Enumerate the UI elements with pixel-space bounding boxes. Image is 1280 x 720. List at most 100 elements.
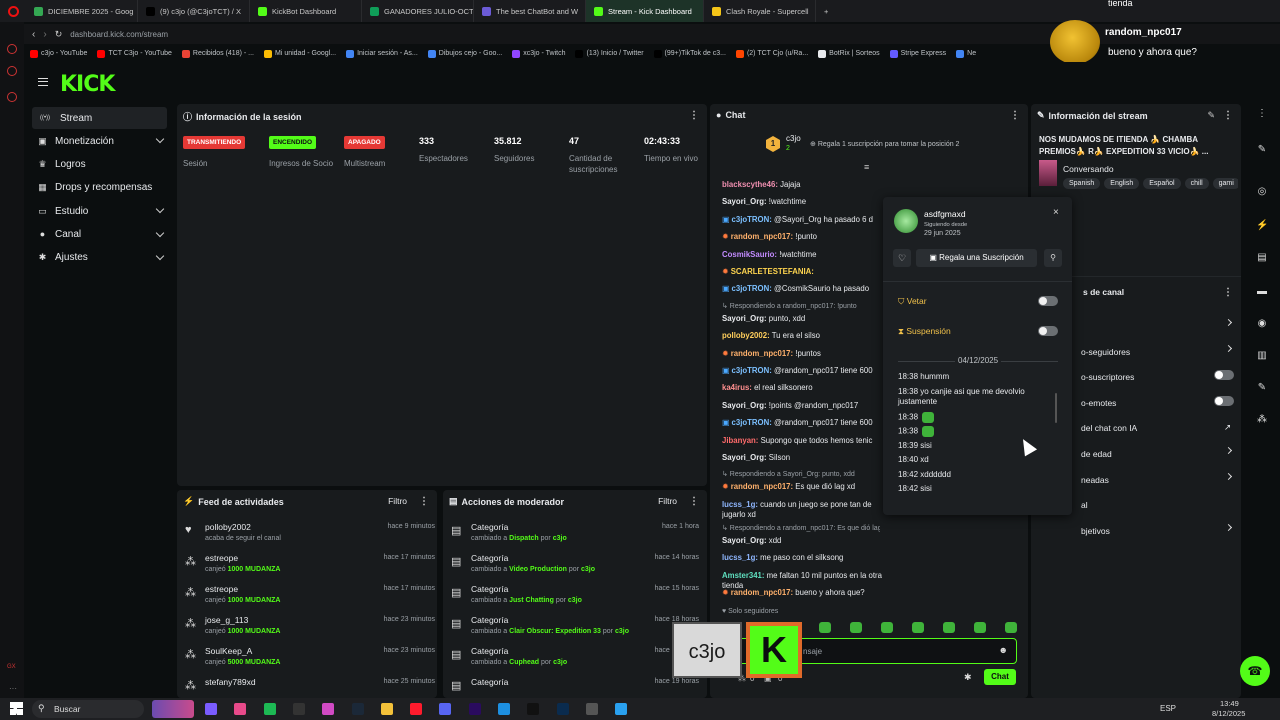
bookmark-item[interactable]: BotRix | Sorteos: [818, 49, 880, 58]
menu-icon[interactable]: [38, 78, 48, 86]
chat-icon[interactable]: ▬: [1256, 286, 1268, 298]
channel-setting-label[interactable]: del chat con IA: [1081, 423, 1137, 433]
support-icon[interactable]: ☎: [1240, 656, 1270, 686]
taskbar-lang[interactable]: ESP: [1160, 704, 1176, 713]
chat-message[interactable]: ✹ random_npc017: bueno y ahora que?: [722, 588, 882, 598]
expand-icon[interactable]: ≡: [864, 162, 869, 172]
chat-message[interactable]: polloby2002: Tu era el silso: [722, 331, 874, 341]
capcut-icon[interactable]: [527, 703, 540, 715]
suspension-toggle[interactable]: [1038, 326, 1058, 336]
emote-icon[interactable]: [819, 622, 831, 633]
channel-settings-menu-icon[interactable]: ⋮: [1223, 287, 1233, 298]
taskbar-time[interactable]: 13:49: [1220, 699, 1239, 708]
bookmark-item[interactable]: xc3jo - Twitch: [512, 49, 565, 58]
chat-settings-icon[interactable]: ✱: [964, 672, 972, 683]
chat-username[interactable]: c3joTRON:: [732, 215, 772, 224]
feed-row[interactable]: ⁂ estreope canjeó 1000 MUDANZA hace 17 minu…: [185, 551, 435, 579]
stream-tag[interactable]: gami: [1212, 178, 1238, 189]
sidebar-item-stream[interactable]: ((•)) Stream: [32, 107, 167, 129]
stream-tag[interactable]: English: [1104, 178, 1140, 189]
browser-tab[interactable]: The best ChatBot and W: [474, 0, 586, 22]
bookmark-item[interactable]: Iniciar sesión - As...: [346, 49, 418, 58]
modaction-row[interactable]: ▤ Categoría cambiado a Just Chatting por c…: [451, 582, 699, 610]
taskbar-date[interactable]: 8/12/2025: [1212, 709, 1245, 718]
chat-username[interactable]: Sayori_Org:: [722, 401, 767, 410]
windows-start-icon[interactable]: [10, 702, 23, 715]
bookmark-item[interactable]: TCT C3jo - YouTube: [97, 49, 172, 58]
chat-username[interactable]: random_npc017:: [731, 588, 793, 597]
bookmark-item[interactable]: Ne: [956, 49, 976, 58]
bookmark-item[interactable]: (2) TCT Cjo (u/Ra...: [735, 49, 808, 58]
setting-toggle[interactable]: [1214, 370, 1234, 381]
external-link-icon[interactable]: ↗: [1224, 422, 1231, 433]
whatsapp-icon[interactable]: [7, 92, 17, 102]
opera-logo-icon[interactable]: [0, 0, 26, 22]
chat-username[interactable]: SCARLETESTEFANIA:: [731, 267, 814, 276]
modaction-row[interactable]: ▤ Categoría cambiado a Clair Obscur: Exped…: [451, 613, 699, 641]
channel-setting-label[interactable]: o-seguidores: [1081, 347, 1130, 357]
sidebar-item-drops[interactable]: ▦ Drops y recompensas: [32, 177, 167, 199]
calculator-icon[interactable]: [585, 703, 598, 715]
copilot-icon[interactable]: [205, 703, 217, 715]
emote-icon[interactable]: [912, 622, 924, 633]
chat-message[interactable]: ▣ c3joTRON: @CosmikSaurio ha pasado: [722, 284, 874, 294]
channel-setting-label[interactable]: neadas: [1081, 475, 1109, 485]
forward-icon[interactable]: ›: [43, 29, 46, 40]
chat-username[interactable]: random_npc017:: [731, 482, 793, 491]
setting-toggle[interactable]: [1214, 395, 1234, 406]
epic-games-icon[interactable]: [292, 703, 305, 715]
sidebar-item-logros[interactable]: ♛ Logros: [32, 154, 167, 176]
modaction-row[interactable]: ▤ Categoría cambiado a Dispatch por c3jo ha…: [451, 520, 699, 548]
more-vert-icon[interactable]: ⋮: [1256, 108, 1268, 120]
note-icon[interactable]: ▤: [1256, 252, 1268, 264]
sidebar-item-canal[interactable]: ● Canal: [32, 224, 167, 246]
more-icon[interactable]: ···: [9, 684, 17, 693]
chat-username[interactable]: Sayori_Org:: [722, 197, 767, 206]
chat-username[interactable]: lucss_1g:: [722, 500, 758, 509]
stream-info-menu-icon[interactable]: ⋮: [1223, 110, 1233, 121]
channel-setting-label[interactable]: bjetivos: [1081, 526, 1110, 536]
chat-message[interactable]: lucss_1g: me paso con el silksong: [722, 553, 882, 563]
emote-icon[interactable]: [943, 622, 955, 633]
taskbar-widget-image[interactable]: [152, 700, 194, 718]
history-scrollbar[interactable]: [1055, 393, 1057, 423]
chat-message[interactable]: Jibanyan: Supongo que todos hemos tenic: [722, 436, 874, 446]
browser-tab[interactable]: Clash Royale - Supercell: [704, 0, 816, 22]
follow-heart-button[interactable]: ♡: [893, 249, 911, 267]
channel-setting-label[interactable]: o-emotes: [1081, 398, 1116, 408]
photoshop-icon[interactable]: [556, 703, 569, 715]
browser-tab[interactable]: Stream - Kick Dashboard: [586, 0, 704, 22]
modactions-filter-button[interactable]: Filtro: [658, 496, 677, 506]
chat-username[interactable]: polloby2002:: [722, 331, 770, 340]
feed-row[interactable]: ⁂ jose_g_113 canjeó 1000 MUDANZA hace 23 mi…: [185, 613, 435, 641]
chat-message[interactable]: ✹ random_npc017: !puntos: [722, 349, 874, 359]
browser-tab[interactable]: (9) c3jo (@C3joTCT) / X: [138, 0, 250, 22]
edit-icon[interactable]: ✎: [1207, 110, 1215, 121]
channel-setting-label[interactable]: de edad: [1081, 449, 1112, 459]
instagram-icon[interactable]: [7, 66, 17, 76]
kick-logo[interactable]: KICK: [60, 72, 115, 97]
close-icon[interactable]: ×: [1053, 207, 1059, 218]
chat-menu-icon[interactable]: ⋮: [1010, 110, 1020, 121]
modaction-row[interactable]: ▤ Categoría cambiado a Video Production po…: [451, 551, 699, 579]
broadcast-icon[interactable]: ◉: [1256, 318, 1268, 330]
chat-username[interactable]: Jibanyan:: [722, 436, 758, 445]
target-icon[interactable]: ◎: [1256, 186, 1268, 198]
modaction-row[interactable]: ▤ Categoría cambiado a Cuphead por c3jo hac…: [451, 644, 699, 672]
discord-icon[interactable]: [439, 703, 452, 715]
chat-message[interactable]: CosmikSaurio: !watchtime: [722, 250, 874, 260]
cluster-icon[interactable]: ⁂: [1256, 414, 1268, 426]
chat-message[interactable]: Sayori_Org: Silson: [722, 453, 874, 463]
spotify-icon[interactable]: [263, 703, 276, 715]
photos-icon[interactable]: [234, 703, 247, 715]
bookmark-item[interactable]: c3jo - YouTube: [30, 49, 87, 58]
emote-icon[interactable]: [1005, 622, 1017, 633]
feed-menu-icon[interactable]: ⋮: [419, 496, 429, 507]
chat-username[interactable]: CosmikSaurio:: [722, 250, 777, 259]
browser-tab[interactable]: GANADORES JULIO-OCT: [362, 0, 474, 22]
bookmark-item[interactable]: Dibujos cejo - Goo...: [427, 49, 502, 58]
stack-icon[interactable]: ▥: [1256, 350, 1268, 362]
pin-icon[interactable]: ⚲: [1044, 249, 1062, 267]
bookmark-item[interactable]: Mi unidad - Googl...: [263, 49, 336, 58]
premiere-icon[interactable]: [468, 703, 481, 715]
